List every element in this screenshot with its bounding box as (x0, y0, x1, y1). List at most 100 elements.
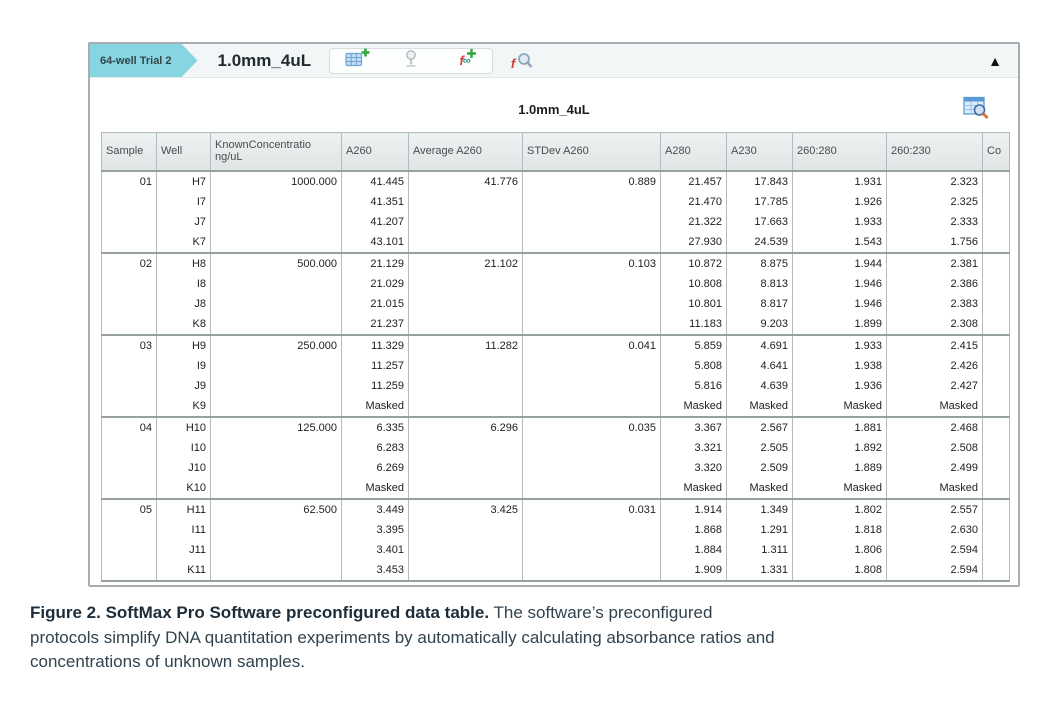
pin-button[interactable] (398, 51, 424, 71)
cell-value: 1.884 (661, 540, 726, 560)
cell-value: I10 (157, 438, 210, 458)
table-cell: 3.3673.3213.320Masked (661, 417, 727, 499)
cell-value: 0.031 (523, 500, 660, 520)
add-table-button[interactable] (344, 51, 370, 71)
cell-value: 0.035 (523, 418, 660, 438)
cell-value: I8 (157, 274, 210, 294)
cell-value: 0.889 (523, 172, 660, 192)
cell-value: 1.899 (793, 314, 886, 334)
column-header-a230: A230 (727, 133, 793, 171)
cell-value: 2.383 (887, 294, 982, 314)
collapse-triangle-icon: ▲ (988, 53, 1002, 69)
table-cell (983, 417, 1010, 499)
cell-value: 2.508 (887, 438, 982, 458)
cell-value: H8 (157, 254, 210, 274)
table-cell: 2.5572.6302.5942.594 (887, 499, 983, 581)
table-cell: H9I9J9K9 (157, 335, 211, 417)
cell-value: 11.257 (342, 356, 408, 376)
table-cell: 2.4682.5082.499Masked (887, 417, 983, 499)
cell-value: 2.333 (887, 212, 982, 232)
column-header-a280: A280 (661, 133, 727, 171)
table-body: 01H7I7J7K71000.00041.44541.35141.20743.1… (102, 171, 1010, 581)
table-cell: 1.3491.2911.3111.331 (727, 499, 793, 581)
table-cell: 01 (102, 171, 157, 253)
cell-value: 1.944 (793, 254, 886, 274)
cell-value: 17.843 (727, 172, 792, 192)
table-cell: H10I10J10K10 (157, 417, 211, 499)
table-cell: 125.000 (211, 417, 342, 499)
cell-value: 2.426 (887, 356, 982, 376)
cell-value: 4.641 (727, 356, 792, 376)
cell-value: 1.291 (727, 520, 792, 540)
cell-value: 41.776 (409, 172, 522, 192)
cell-value: K7 (157, 232, 210, 252)
collapse-button[interactable]: ▲ (988, 51, 1002, 71)
add-formula-button[interactable]: f∞ (452, 51, 478, 71)
table-cell: 0.889 (523, 171, 661, 253)
cell-value: J10 (157, 458, 210, 478)
table-cell: 6.296 (409, 417, 523, 499)
table-cell: 0.041 (523, 335, 661, 417)
table-cell: 17.84317.78517.66324.539 (727, 171, 793, 253)
cell-value: 24.539 (727, 232, 792, 252)
cell-value: I7 (157, 192, 210, 212)
table-cell: 6.3356.2836.269Masked (342, 417, 409, 499)
cell-value: 3.453 (342, 560, 408, 580)
cell-value: 1.909 (661, 560, 726, 580)
cell-value: 3.395 (342, 520, 408, 540)
cell-value: 43.101 (342, 232, 408, 252)
formula-search-icon: f (511, 52, 533, 70)
cell-value: 2.567 (727, 418, 792, 438)
cell-value: 2.381 (887, 254, 982, 274)
cell-value: 17.663 (727, 212, 792, 232)
cell-value: 1.914 (661, 500, 726, 520)
cell-value: 10.808 (661, 274, 726, 294)
table-options-button[interactable] (963, 96, 990, 124)
cell-value: K11 (157, 560, 210, 580)
cell-value: Masked (727, 478, 792, 498)
cell-value: 3.321 (661, 438, 726, 458)
cell-value: 21.029 (342, 274, 408, 294)
cell-value: J9 (157, 376, 210, 396)
experiment-tab-label: 64-well Trial 2 (100, 55, 172, 67)
cell-value: 1.802 (793, 500, 886, 520)
table-cell: 2.3812.3862.3832.308 (887, 253, 983, 335)
cell-value: 11.183 (661, 314, 726, 334)
cell-value: 1.938 (793, 356, 886, 376)
cell-value: 21.129 (342, 254, 408, 274)
cell-value: 9.203 (727, 314, 792, 334)
cell-value: J11 (157, 540, 210, 560)
cell-value: 1.818 (793, 520, 886, 540)
cell-value: 1.808 (793, 560, 886, 580)
cell-value: 41.351 (342, 192, 408, 212)
cell-value: 125.000 (211, 418, 341, 438)
cell-value: 03 (102, 336, 156, 356)
table-cell: 1000.000 (211, 171, 342, 253)
cell-value: 21.237 (342, 314, 408, 334)
table-cell: H11I11J11K11 (157, 499, 211, 581)
cell-value: Masked (887, 396, 982, 416)
table-cell: 8.8758.8138.8179.203 (727, 253, 793, 335)
cell-value: 11.282 (409, 336, 522, 356)
data-table: SampleWellKnownConcentratio ng/uLA260Ave… (101, 132, 1010, 582)
cell-value: 2.323 (887, 172, 982, 192)
cell-value: 2.499 (887, 458, 982, 478)
table-cell: 21.12921.02921.01521.237 (342, 253, 409, 335)
cell-value: 0.041 (523, 336, 660, 356)
cell-value: 2.594 (887, 540, 982, 560)
cell-value: 2.427 (887, 376, 982, 396)
cell-value: 11.329 (342, 336, 408, 356)
column-header-260: 260:280 (793, 133, 887, 171)
figure-caption-text: The software’s preconfigured (489, 603, 712, 622)
cell-value: 3.401 (342, 540, 408, 560)
cell-value: 11.259 (342, 376, 408, 396)
cell-value: K8 (157, 314, 210, 334)
table-row: 02H8I8J8K8500.00021.12921.02921.01521.23… (102, 253, 1010, 335)
find-formula-button[interactable]: f (509, 51, 535, 71)
section-title: 1.0mm_4uL (218, 51, 312, 71)
table-header-row: SampleWellKnownConcentratio ng/uLA260Ave… (102, 133, 1010, 171)
cell-value: Masked (727, 396, 792, 416)
cell-value: 05 (102, 500, 156, 520)
experiment-tab[interactable]: 64-well Trial 2 (90, 44, 198, 77)
table-cell: 0.031 (523, 499, 661, 581)
